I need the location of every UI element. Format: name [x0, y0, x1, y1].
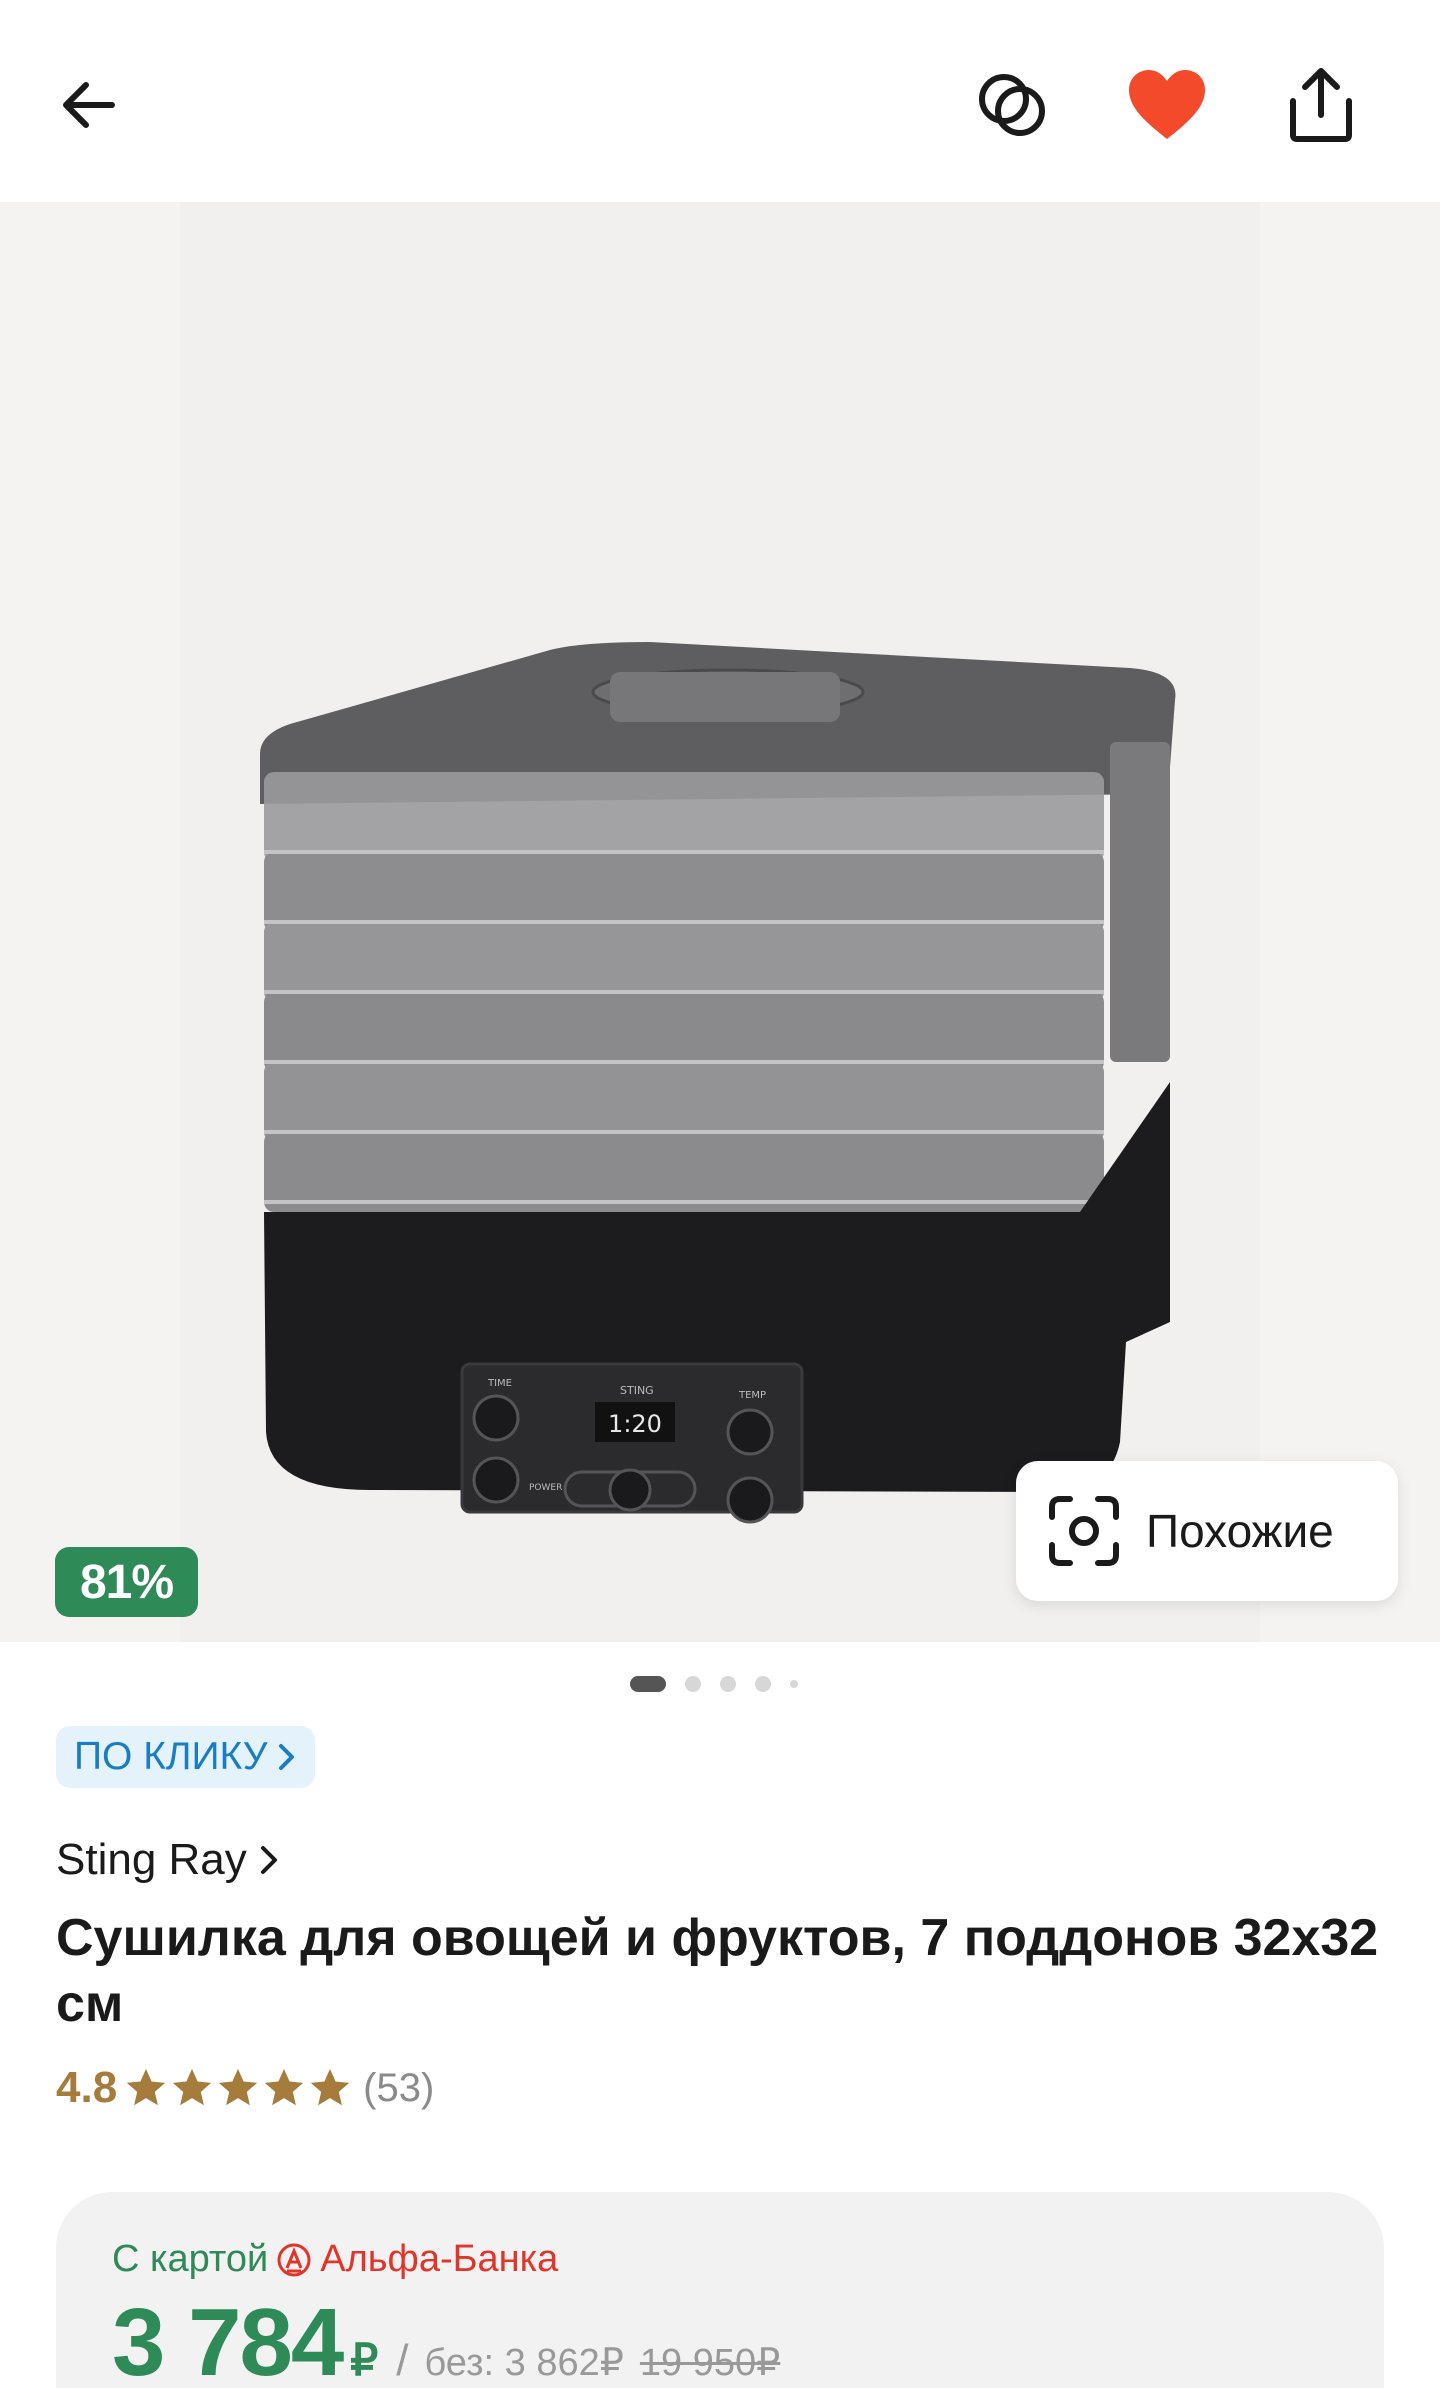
bank-name: Альфа-Банка — [320, 2238, 559, 2280]
product-gallery[interactable]: 1:20 STING TIME TEMP POWER 81% Похожие — [0, 202, 1440, 1642]
rating-count: (53) — [363, 2065, 435, 2110]
brand-link[interactable]: Sting Ray — [56, 1835, 279, 1885]
current-price: 3 784 — [112, 2289, 344, 2388]
image-label-temp: TEMP — [738, 1390, 766, 1401]
share-icon — [1290, 68, 1352, 142]
price-row: 3 784 ₽ / без: 3 862₽ 19 950₽ — [112, 2288, 780, 2388]
back-button[interactable] — [44, 60, 134, 150]
arrow-left-icon — [63, 82, 115, 128]
old-price: 19 950₽ — [639, 2342, 781, 2384]
star-icon — [265, 2068, 304, 2106]
similar-products-button[interactable]: Похожие — [1016, 1461, 1398, 1601]
top-bar — [0, 0, 1440, 202]
price-separator: / — [396, 2336, 409, 2385]
gallery-pagination — [630, 1676, 817, 1692]
product-image: 1:20 STING TIME TEMP POWER — [260, 642, 1176, 1524]
pagination-dot[interactable] — [720, 1676, 736, 1692]
image-brand: STING — [620, 1384, 654, 1397]
heart-filled-icon — [1129, 70, 1205, 139]
rating-stars — [123, 2065, 353, 2111]
product-title: Сушилка для овощей и фруктов, 7 поддонов… — [56, 1909, 1379, 2033]
pagination-dot[interactable] — [755, 1676, 771, 1692]
promo-label: ПО КЛИКУ — [74, 1735, 268, 1778]
card-prefix: С картой — [112, 2238, 269, 2280]
brand-name: Sting Ray — [56, 1835, 247, 1884]
star-icon — [219, 2068, 258, 2106]
promo-badge[interactable]: ПО КЛИКУ — [56, 1726, 316, 1788]
price-card[interactable]: С картой Альфа-Банка 3 784 ₽ / без: 3 86… — [56, 2192, 1384, 2388]
compare-button[interactable] — [967, 60, 1057, 150]
display-text: 1:20 — [608, 1410, 662, 1438]
image-label-time: TIME — [487, 1378, 512, 1389]
share-button[interactable] — [1276, 60, 1366, 150]
chevron-right-icon — [260, 1846, 277, 1874]
image-label-power: POWER — [529, 1483, 562, 1493]
compare-circles-icon — [979, 74, 1045, 136]
rating-value: 4.8 — [56, 2063, 118, 2112]
product-rating[interactable]: 4.8 (53) — [56, 2063, 434, 2113]
discount-badge: 81% — [55, 1547, 198, 1617]
alfa-bank-icon — [277, 2243, 311, 2276]
star-icon — [173, 2068, 212, 2106]
favorite-button[interactable] — [1122, 60, 1212, 150]
pagination-dot-active[interactable] — [630, 1676, 666, 1692]
pagination-dot[interactable] — [685, 1676, 701, 1692]
camera-scan-icon — [1049, 1496, 1119, 1566]
star-icon — [311, 2068, 350, 2106]
chevron-right-icon — [279, 1744, 295, 1770]
card-offer-line: С картой Альфа-Банка — [112, 2238, 558, 2281]
star-icon — [127, 2068, 166, 2106]
pagination-dot[interactable] — [790, 1680, 798, 1688]
currency-sign: ₽ — [350, 2336, 379, 2385]
price-without-card: без: 3 862₽ — [424, 2342, 624, 2384]
similar-label: Похожие — [1146, 1505, 1334, 1557]
